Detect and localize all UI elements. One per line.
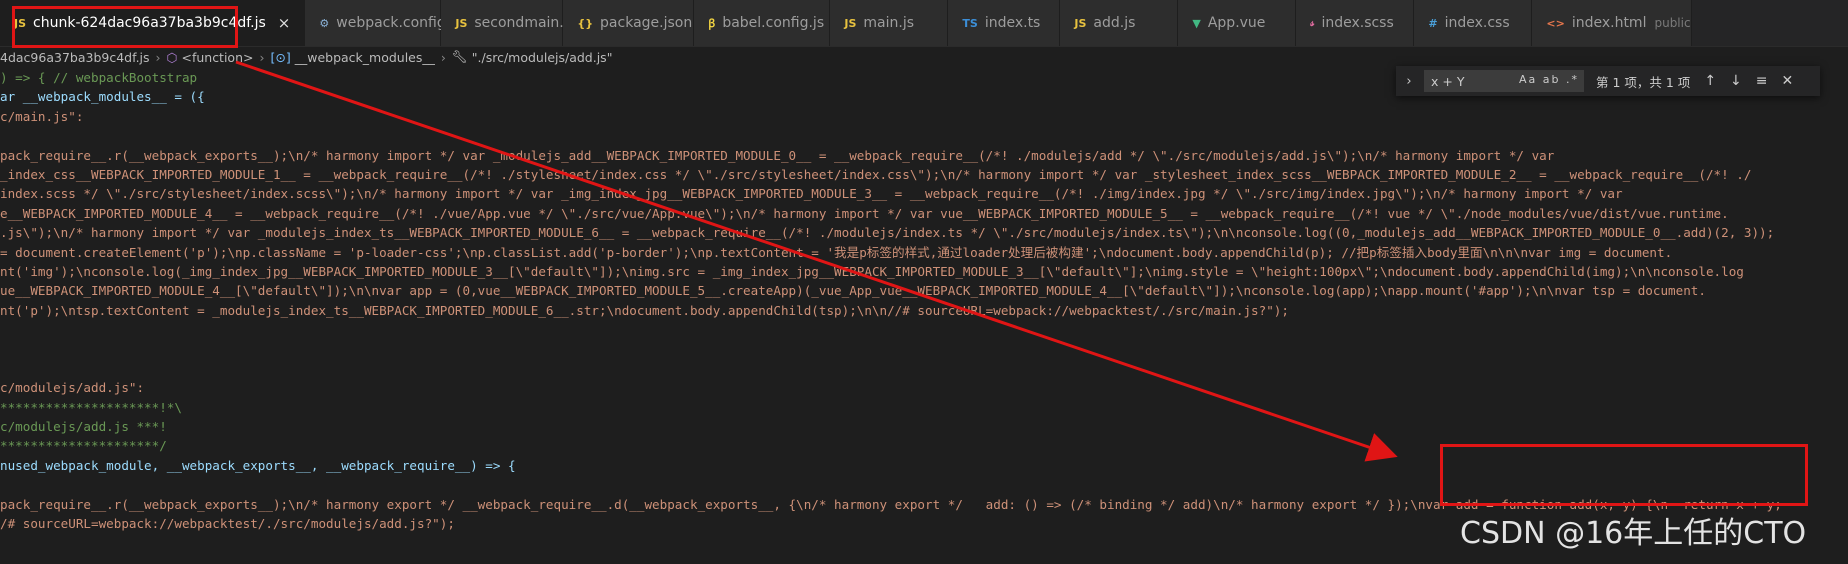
watermark: CSDN @16年上任的CTO [1460,516,1807,551]
annotation-arrow [235,60,1398,462]
